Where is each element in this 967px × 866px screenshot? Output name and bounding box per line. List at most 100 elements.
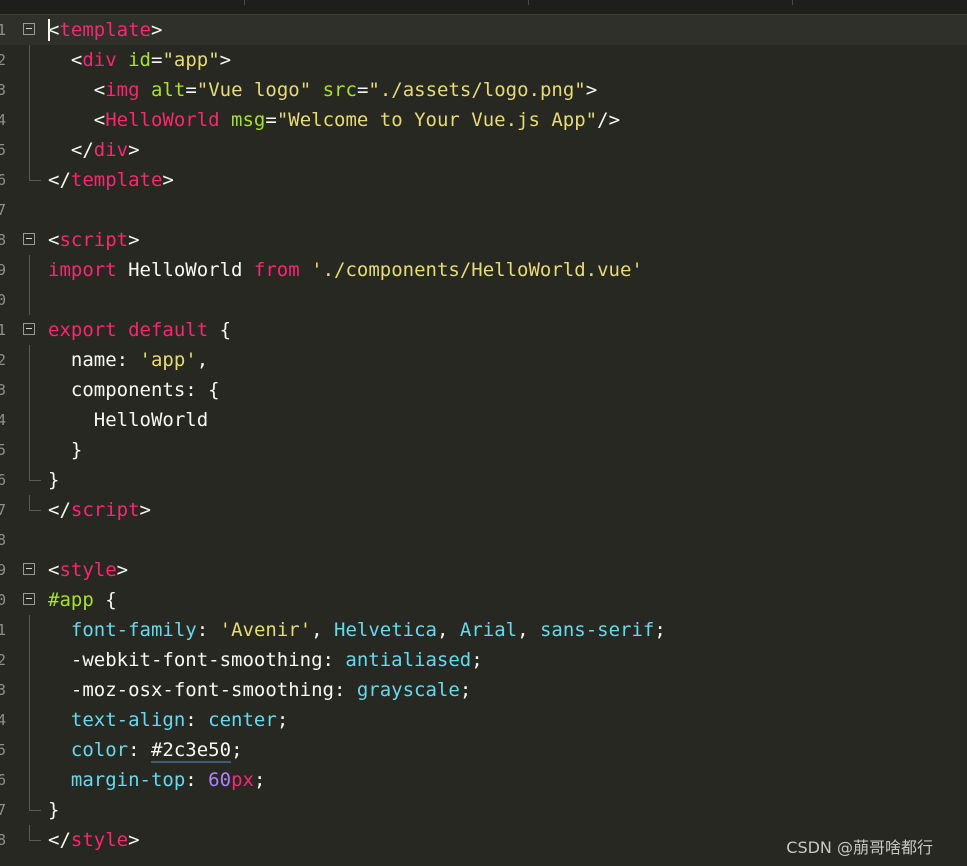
code-text[interactable]: </script> bbox=[48, 495, 151, 525]
code-line[interactable]: 4 <HelloWorld msg="Welcome to Your Vue.j… bbox=[0, 105, 967, 135]
fold-end-marker bbox=[29, 795, 41, 811]
line-number: 7 bbox=[0, 801, 7, 819]
code-line[interactable]: 0 bbox=[0, 285, 967, 315]
code-text[interactable]: -moz-osx-font-smoothing: grayscale; bbox=[48, 675, 471, 705]
code-token: export bbox=[48, 319, 117, 341]
code-line[interactable]: 5 color: #2c3e50; bbox=[0, 735, 967, 765]
fold-toggle-icon[interactable] bbox=[23, 593, 35, 605]
tab-divider bbox=[244, 0, 245, 5]
code-text[interactable]: <style> bbox=[48, 555, 128, 585]
code-token: > bbox=[150, 19, 163, 41]
code-text[interactable]: } bbox=[48, 795, 59, 825]
code-line[interactable]: 2 name: 'app', bbox=[0, 345, 967, 375]
fold-guide bbox=[29, 705, 30, 735]
line-number: 0 bbox=[0, 591, 7, 609]
code-line[interactable]: 1 font-family: 'Avenir', Helvetica, Aria… bbox=[0, 615, 967, 645]
code-token: } bbox=[48, 439, 83, 461]
code-line[interactable]: 6 margin-top: 60px; bbox=[0, 765, 967, 795]
fold-guide bbox=[29, 285, 30, 315]
code-text[interactable]: HelloWorld bbox=[48, 405, 208, 435]
line-number: 2 bbox=[0, 651, 7, 669]
fold-end-marker bbox=[29, 465, 41, 481]
code-text[interactable]: export default { bbox=[48, 315, 231, 345]
code-line[interactable]: 5 </div> bbox=[0, 135, 967, 165]
code-text[interactable]: <div id="app"> bbox=[48, 45, 231, 75]
code-line[interactable]: 9 <style> bbox=[0, 555, 967, 585]
fold-toggle-icon[interactable] bbox=[23, 563, 35, 575]
code-line[interactable]: 8 <script> bbox=[0, 225, 967, 255]
code-token: , bbox=[196, 349, 209, 371]
code-token: > bbox=[128, 229, 140, 251]
code-line[interactable]: 3 components: { bbox=[0, 375, 967, 405]
code-text[interactable]: </style> bbox=[48, 825, 140, 855]
code-text[interactable]: } bbox=[48, 435, 82, 465]
code-text[interactable]: } bbox=[48, 465, 59, 495]
line-number: 3 bbox=[0, 681, 7, 699]
line-number: 4 bbox=[0, 411, 7, 429]
code-text[interactable]: <img alt="Vue logo" src="./assets/logo.p… bbox=[48, 75, 597, 105]
code-line[interactable]: 7} bbox=[0, 795, 967, 825]
code-token: < bbox=[48, 559, 60, 581]
line-number: 5 bbox=[0, 741, 7, 759]
line-number: 3 bbox=[0, 381, 7, 399]
line-number: 6 bbox=[0, 171, 7, 189]
code-text[interactable]: <HelloWorld msg="Welcome to Your Vue.js … bbox=[48, 105, 620, 135]
fold-toggle-icon[interactable] bbox=[23, 323, 35, 335]
code-lines[interactable]: 1 <template> 2 <div id="app"> 3 <img alt="V… bbox=[0, 15, 967, 855]
code-token: "app" bbox=[162, 49, 220, 71]
fold-end-marker bbox=[29, 825, 41, 841]
code-text[interactable]: text-align: center; bbox=[48, 705, 288, 735]
code-line[interactable]: 7 bbox=[0, 195, 967, 225]
fold-guide bbox=[29, 615, 30, 645]
code-token: HelloWorld bbox=[116, 259, 254, 281]
code-token: 'Avenir' bbox=[219, 619, 312, 641]
code-token: > bbox=[128, 139, 140, 161]
line-number: 9 bbox=[0, 261, 7, 279]
fold-toggle-icon[interactable] bbox=[23, 233, 35, 245]
code-line[interactable]: 2 <div id="app"> bbox=[0, 45, 967, 75]
fold-toggle-icon[interactable] bbox=[23, 23, 35, 35]
code-text[interactable]: import HelloWorld from './components/Hel… bbox=[48, 255, 643, 285]
code-line[interactable]: 3 -moz-osx-font-smoothing: grayscale; bbox=[0, 675, 967, 705]
code-token: default bbox=[128, 319, 209, 341]
tab-divider bbox=[528, 0, 529, 5]
code-line[interactable]: 6 </template> bbox=[0, 165, 967, 195]
tab-divider bbox=[792, 0, 793, 5]
code-text[interactable]: </div> bbox=[48, 135, 140, 165]
code-line[interactable]: 8 bbox=[0, 525, 967, 555]
code-token: , bbox=[311, 619, 335, 641]
code-line[interactable]: 0 #app { bbox=[0, 585, 967, 615]
code-line[interactable]: 4 HelloWorld bbox=[0, 405, 967, 435]
code-text[interactable]: margin-top: 60px; bbox=[48, 765, 266, 795]
code-text[interactable]: </template> bbox=[48, 165, 174, 195]
code-line[interactable]: 5 } bbox=[0, 435, 967, 465]
fold-guide bbox=[29, 345, 30, 375]
code-line[interactable]: 1 <template> bbox=[0, 15, 967, 45]
line-number: 2 bbox=[0, 351, 7, 369]
code-line[interactable]: 2 -webkit-font-smoothing: antialiased; bbox=[0, 645, 967, 675]
code-line[interactable]: 6} bbox=[0, 465, 967, 495]
code-line[interactable]: 1 export default { bbox=[0, 315, 967, 345]
code-line[interactable]: 9 import HelloWorld from './components/He… bbox=[0, 255, 967, 285]
code-text[interactable]: #app { bbox=[48, 585, 117, 615]
code-line[interactable]: 4 text-align: center; bbox=[0, 705, 967, 735]
code-token: ; bbox=[253, 769, 266, 791]
code-text[interactable]: color: #2c3e50; bbox=[48, 735, 243, 765]
code-line[interactable]: 7 </script> bbox=[0, 495, 967, 525]
code-text[interactable]: <script> bbox=[48, 225, 140, 255]
code-editor[interactable]: 1 <template> 2 <div id="app"> 3 <img alt="V… bbox=[0, 0, 967, 866]
code-text[interactable]: font-family: 'Avenir', Helvetica, Arial,… bbox=[48, 615, 666, 645]
code-line[interactable]: 3 <img alt="Vue logo" src="./assets/logo… bbox=[0, 75, 967, 105]
code-token: : bbox=[196, 619, 220, 641]
code-text[interactable]: components: { bbox=[48, 375, 220, 405]
code-token: </ bbox=[48, 169, 71, 191]
code-token: > bbox=[128, 829, 140, 851]
code-text[interactable]: <template> bbox=[48, 15, 162, 45]
code-text[interactable]: name: 'app', bbox=[48, 345, 208, 375]
code-text[interactable]: -webkit-font-smoothing: antialiased; bbox=[48, 645, 483, 675]
fold-end-marker bbox=[29, 495, 41, 511]
code-token: ; bbox=[231, 739, 243, 761]
